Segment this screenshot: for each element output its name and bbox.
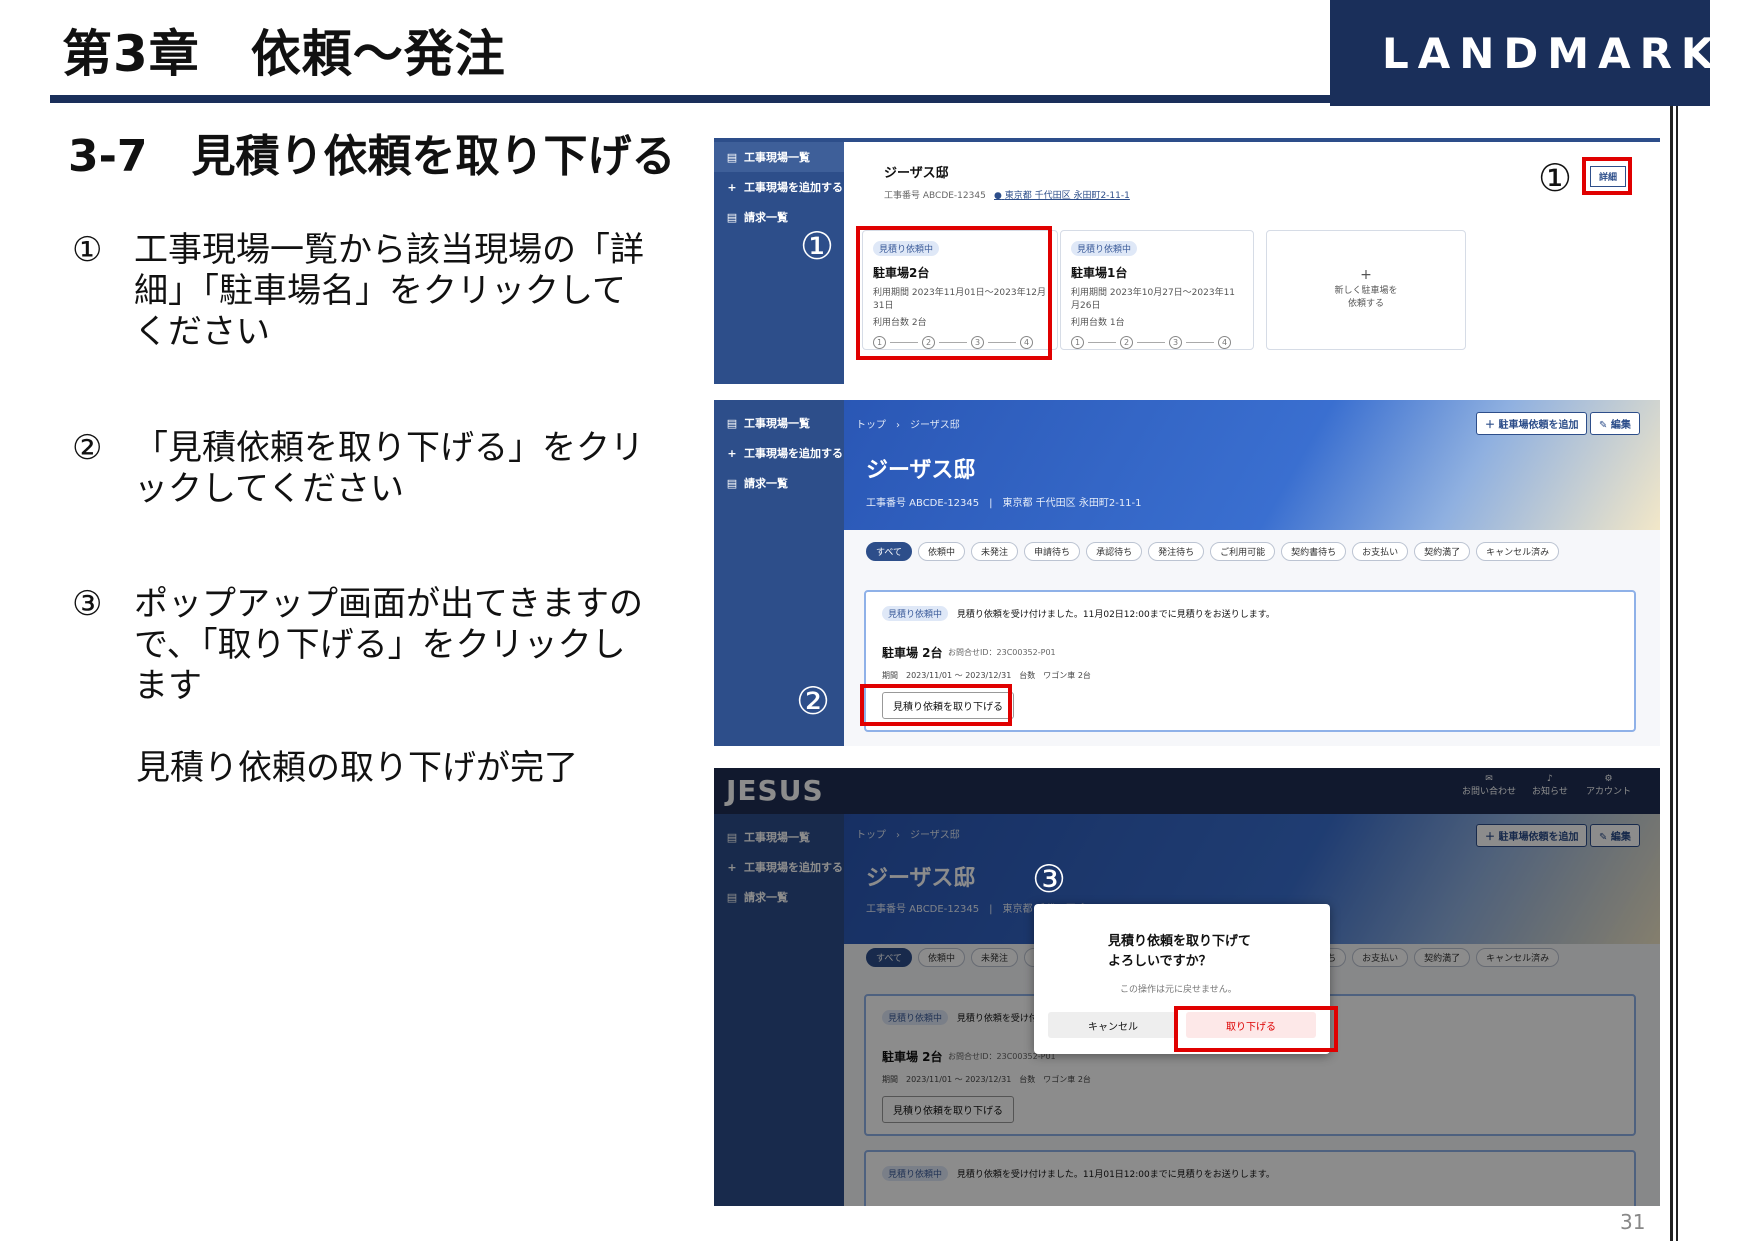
plus-icon: + (1360, 267, 1372, 283)
landmark-logo: LANDMARK (1330, 0, 1713, 106)
list-icon: ▤ (726, 150, 738, 164)
page-number: 31 (1620, 1210, 1646, 1234)
edit-button[interactable]: ✎ 編集 (1590, 412, 1640, 435)
header-rule (50, 95, 1330, 103)
filter-tab[interactable]: 発注待ち (1148, 542, 1205, 561)
site-address-link[interactable]: ● 東京都 千代田区 永田町2-11-1 (994, 188, 1130, 201)
highlight-withdraw (860, 684, 1012, 726)
sidebar-item-sites[interactable]: ▤ 工事現場一覧 (714, 142, 844, 172)
filter-tab[interactable]: 契約満了 (1414, 542, 1471, 561)
completion-text: 見積り依頼の取り下げが完了 (136, 748, 578, 788)
list-icon: ▤ (726, 476, 738, 490)
step-2: ② 「見積依頼を取り下げる」をクリックしてください (72, 428, 654, 510)
filter-tab[interactable]: 承認待ち (1086, 542, 1143, 561)
vertical-rule (1676, 106, 1678, 1241)
filter-tab[interactable]: 申請待ち (1024, 542, 1081, 561)
logo-text: LANDMARK (1382, 28, 1723, 78)
screenshot-confirm-popup: JESUS ✉ お問い合わせ ♪ お知らせ ⚙ アカウント ▤ 工事現場一覧 + 工事現場… (714, 768, 1660, 1206)
status-badge: 見積り依頼中 (1071, 241, 1138, 256)
highlight-detail (1582, 157, 1632, 195)
filter-tab[interactable]: キャンセル済み (1476, 542, 1560, 561)
step-text: 工事現場一覧から該当現場の「詳細」「駐車場名」をクリックしてください (134, 230, 644, 352)
notice-text: 見積り依頼を受け付けました。11月02日12:00までに見積りをお送りします。 (956, 610, 1275, 620)
inquiry-id: お問合せID：23C00352-P01 (948, 648, 1056, 657)
sidebar-item-sites[interactable]: ▤ 工事現場一覧 (714, 408, 844, 438)
request-title: 駐車場 2台 (882, 646, 943, 660)
step-3: ③ ポップアップ画面が出てきますので、「取り下げる」をクリックします (72, 584, 654, 707)
marker-1: ① (1538, 156, 1573, 200)
status-badge: 見積り依頼中 (882, 606, 949, 621)
status-filter-tabs: すべて 依頼中 未発注 申請待ち 承認待ち 発注待ち ご利用可能 契約書待ち お… (866, 542, 1560, 561)
site-name[interactable]: ジーザス邸 (884, 162, 949, 181)
list-icon: ▤ (726, 416, 738, 430)
step-text: ポップアップ画面が出てきますので、「取り下げる」をクリックします (134, 584, 643, 706)
dialog-note: この操作は元に戻せません。 (1120, 985, 1237, 995)
step-number: ② (72, 428, 103, 468)
sidebar-item-invoices[interactable]: ▤ 請求一覧 (714, 468, 844, 498)
parking-card-2[interactable]: 見積り依頼中 駐車場1台 利用期間 2023年10月27日～2023年11月26… (1060, 230, 1254, 350)
step-text: 「見積依頼を取り下げる」をクリックしてください (134, 428, 644, 509)
page-title: ジーザス邸 (866, 458, 976, 483)
cancel-button[interactable]: キャンセル (1048, 1012, 1178, 1038)
filter-tab[interactable]: ご利用可能 (1210, 542, 1276, 561)
marker-1: ① (800, 224, 835, 268)
step-number: ① (72, 230, 103, 270)
marker-3: ③ (1032, 857, 1067, 901)
site-number: 工事番号 ABCDE-12345 (884, 191, 986, 201)
vertical-rule (1670, 106, 1673, 1241)
plus-icon: + (727, 180, 737, 194)
highlight-confirm (1174, 1006, 1338, 1052)
dialog-title: よろしいですか？ (1108, 954, 1212, 969)
filter-tab[interactable]: すべて (866, 542, 913, 561)
pin-icon: ● (994, 191, 1002, 201)
breadcrumb[interactable]: トップ › ジーザス邸 (856, 416, 960, 431)
progress-stepper: 1234 (1071, 336, 1243, 349)
add-parking-request-button[interactable]: ＋ 駐車場依頼を追加 (1476, 412, 1588, 435)
site-info: 工事番号 ABCDE-12345 | 東京都 千代田区 永田町2-11-1 (866, 498, 1142, 509)
section-title: 3-7 見積り依頼を取り下げる (68, 131, 676, 182)
marker-2: ② (796, 679, 831, 723)
filter-tab[interactable]: お支払い (1352, 542, 1409, 561)
chapter-title: 第3章 依頼～発注 (62, 25, 506, 83)
list-icon: ▤ (726, 210, 738, 224)
sidebar-item-add-site[interactable]: + 工事現場を追加する (714, 438, 844, 468)
request-period: 期間 2023/11/01 ～ 2023/12/31 台数 ワゴン車 2台 (882, 671, 1091, 680)
sidebar-item-add-site[interactable]: + 工事現場を追加する (714, 172, 844, 202)
plus-icon: + (727, 446, 737, 460)
parking-name[interactable]: 駐車場1台 (1071, 264, 1243, 281)
add-parking-card[interactable]: + 新しく駐車場を 依頼する (1266, 230, 1466, 350)
dialog-title: 見積り依頼を取り下げて (1108, 934, 1252, 949)
filter-tab[interactable]: 未発注 (971, 542, 1019, 561)
filter-tab[interactable]: 契約書待ち (1281, 542, 1347, 561)
filter-tab[interactable]: 依頼中 (918, 542, 966, 561)
highlight-parking-card (856, 226, 1052, 360)
step-1: ① 工事現場一覧から該当現場の「詳細」「駐車場名」をクリックしてください (72, 230, 654, 353)
step-number: ③ (72, 584, 103, 624)
screenshot-site-detail: ▤ 工事現場一覧 + 工事現場を追加する ▤ 請求一覧 トップ › ジーザス邸 ジーザ… (714, 400, 1660, 746)
screenshot-site-list: ▤ 工事現場一覧 + 工事現場を追加する ▤ 請求一覧 ジーザス邸 工事番号 ABCD… (714, 138, 1660, 384)
